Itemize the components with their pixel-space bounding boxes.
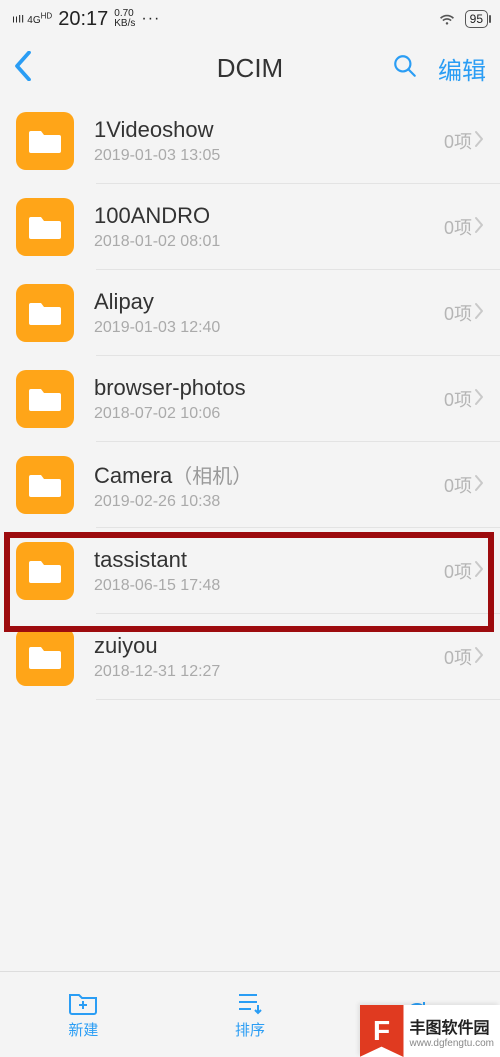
wifi-icon <box>437 8 457 31</box>
chevron-right-icon <box>474 560 484 583</box>
folder-icon <box>16 456 74 514</box>
status-right: 95 <box>437 8 488 31</box>
folder-name: Camera（相机） <box>94 460 444 489</box>
chevron-right-icon <box>474 130 484 153</box>
new-button[interactable]: 新建 <box>0 972 167 1057</box>
folder-row[interactable]: browser-photos 2018-07-02 10:060项 <box>0 356 500 442</box>
folder-date: 2018-12-31 12:27 <box>94 663 444 681</box>
folder-info: Camera（相机） 2019-02-26 10:38 <box>94 460 444 511</box>
folder-icon <box>16 628 74 686</box>
folder-date: 2018-01-02 08:01 <box>94 233 444 251</box>
search-button[interactable] <box>392 53 418 84</box>
watermark-title: 丰图软件园 <box>410 1014 495 1038</box>
folder-info: 1Videoshow 2019-01-03 13:05 <box>94 117 444 165</box>
folder-icon <box>16 112 74 170</box>
folder-info: Alipay 2019-01-03 12:40 <box>94 289 444 337</box>
folder-name: 100ANDRO <box>94 203 444 229</box>
folder-info: browser-photos 2018-07-02 10:06 <box>94 375 444 423</box>
folder-icon <box>16 542 74 600</box>
chevron-right-icon <box>474 646 484 669</box>
folder-row[interactable]: tassistant 2018-06-15 17:480项 <box>0 528 500 614</box>
folder-count: 0项 <box>444 300 472 326</box>
folder-info: tassistant 2018-06-15 17:48 <box>94 547 444 595</box>
chevron-right-icon <box>474 302 484 325</box>
more-dots-icon: ··· <box>141 10 160 28</box>
folder-name: 1Videoshow <box>94 117 444 143</box>
watermark-badge: F <box>360 1005 404 1057</box>
folder-icon <box>16 198 74 256</box>
nav-bar: DCIM 编辑 <box>0 38 500 98</box>
sort-button[interactable]: 排序 <box>167 972 334 1057</box>
signal-indicator: ııII 4GHD <box>12 12 52 25</box>
folder-date: 2019-01-03 13:05 <box>94 147 444 165</box>
chevron-right-icon <box>474 388 484 411</box>
chevron-right-icon <box>474 474 484 497</box>
folder-count: 0项 <box>444 386 472 412</box>
folder-count: 0项 <box>444 558 472 584</box>
new-label: 新建 <box>68 1019 98 1040</box>
folder-row[interactable]: 100ANDRO 2018-01-02 08:010项 <box>0 184 500 270</box>
folder-list: 1Videoshow2019-01-03 13:050项100ANDRO2018… <box>0 98 500 700</box>
folder-name: zuiyou <box>94 633 444 659</box>
status-bar: ııII 4GHD 20:17 0.70KB/s ··· 95 <box>0 0 500 38</box>
folder-date: 2018-07-02 10:06 <box>94 405 444 423</box>
watermark: F 丰图软件园 www.dgfengtu.com <box>360 1005 500 1057</box>
folder-count: 0项 <box>444 472 472 498</box>
net-speed: 0.70KB/s <box>114 9 135 29</box>
folder-row[interactable]: zuiyou 2018-12-31 12:270项 <box>0 614 500 700</box>
chevron-right-icon <box>474 216 484 239</box>
folder-name: browser-photos <box>94 375 444 401</box>
folder-icon <box>16 284 74 342</box>
folder-info: zuiyou 2018-12-31 12:27 <box>94 633 444 681</box>
folder-count: 0项 <box>444 644 472 670</box>
folder-row[interactable]: Alipay 2019-01-03 12:400项 <box>0 270 500 356</box>
back-button[interactable] <box>14 51 32 86</box>
folder-row[interactable]: Camera（相机） 2019-02-26 10:380项 <box>0 442 500 528</box>
status-left: ııII 4GHD 20:17 0.70KB/s ··· <box>12 8 160 31</box>
folder-count: 0项 <box>444 128 472 154</box>
clock: 20:17 <box>58 8 108 31</box>
battery-indicator: 95 <box>465 10 488 28</box>
folder-name: Alipay <box>94 289 444 315</box>
sort-label: 排序 <box>235 1019 265 1040</box>
edit-button[interactable]: 编辑 <box>438 51 486 86</box>
watermark-url: www.dgfengtu.com <box>410 1038 495 1049</box>
folder-count: 0项 <box>444 214 472 240</box>
folder-icon <box>16 370 74 428</box>
folder-info: 100ANDRO 2018-01-02 08:01 <box>94 203 444 251</box>
folder-name: tassistant <box>94 547 444 573</box>
folder-date: 2019-02-26 10:38 <box>94 493 444 511</box>
folder-row[interactable]: 1Videoshow 2019-01-03 13:050项 <box>0 98 500 184</box>
folder-date: 2019-01-03 12:40 <box>94 319 444 337</box>
folder-date: 2018-06-15 17:48 <box>94 577 444 595</box>
